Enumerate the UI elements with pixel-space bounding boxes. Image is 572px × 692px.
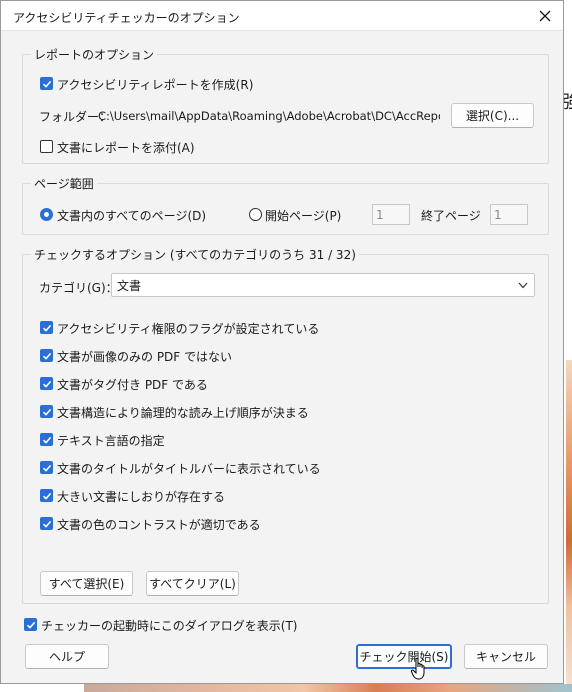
checkmark-icon xyxy=(42,324,51,332)
all-pages-label[interactable]: 文書内のすべてのページ(D) xyxy=(57,207,206,224)
check-item-label[interactable]: 文書の色のコントラストが適切である xyxy=(57,516,261,533)
checkmark-icon xyxy=(26,621,35,629)
checkmark-icon xyxy=(42,408,51,416)
check-item-label[interactable]: 大きい文書にしおりが存在する xyxy=(57,488,225,505)
check-item-label[interactable]: 文書が画像のみの PDF ではない xyxy=(57,348,232,365)
title-bar: アクセシビリティチェッカーのオプション xyxy=(1,1,563,31)
category-select-value: 文書 xyxy=(117,278,142,293)
page-range-group: ページ範囲 文書内のすべてのページ(D) 開始ページ(P) 1 終了ページ 1 xyxy=(22,175,549,235)
folder-path-text: C:\Users\mail\AppData\Roaming\Adobe\Acro… xyxy=(98,109,440,123)
category-label: カテゴリ(G)： xyxy=(39,281,118,295)
checkmark-icon xyxy=(42,352,51,360)
check-item-label[interactable]: 文書構造により論理的な読み上げ順序が決まる xyxy=(57,404,309,421)
browse-folder-button[interactable]: 選択(C)... xyxy=(451,103,534,128)
help-button[interactable]: ヘルプ xyxy=(25,644,109,669)
background-app-artwork-bottom xyxy=(84,684,572,692)
attach-report-checkbox[interactable] xyxy=(40,140,53,153)
check-item-label[interactable]: 文書のタイトルがタイトルバーに表示されている xyxy=(57,460,321,477)
chevron-down-icon xyxy=(518,282,528,289)
check-item-checkbox[interactable] xyxy=(40,461,53,474)
close-icon xyxy=(539,10,551,22)
checkmark-icon xyxy=(42,492,51,500)
checkmark-icon xyxy=(42,520,51,528)
check-item-checkbox[interactable] xyxy=(40,405,53,418)
checkmark-icon xyxy=(42,80,51,88)
attach-report-label[interactable]: 文書にレポートを添付(A) xyxy=(57,139,195,156)
check-item-checkbox[interactable] xyxy=(40,489,53,502)
page-range-legend: ページ範囲 xyxy=(31,175,97,192)
check-item-label[interactable]: アクセシビリティ権限のフラグが設定されている xyxy=(57,320,319,337)
create-report-label[interactable]: アクセシビリティレポートを作成(R) xyxy=(57,76,253,93)
close-button[interactable] xyxy=(533,4,557,28)
select-all-button[interactable]: すべて選択(E) xyxy=(40,571,133,596)
show-on-startup-checkbox[interactable] xyxy=(24,618,37,631)
all-pages-radio[interactable] xyxy=(40,208,53,221)
report-options-group: レポートのオプション アクセシビリティレポートを作成(R) フォルダー： C:\… xyxy=(22,46,549,164)
mouse-pointer-icon xyxy=(410,657,425,680)
report-options-legend: レポートのオプション xyxy=(31,46,158,63)
start-page-field[interactable]: 1 xyxy=(372,204,410,225)
checkmark-icon xyxy=(42,380,51,388)
check-item-checkbox[interactable] xyxy=(40,349,53,362)
start-page-label[interactable]: 開始ページ(P) xyxy=(265,207,341,224)
end-page-label: 終了ページ xyxy=(421,209,481,223)
start-check-button[interactable]: チェック開始(S) xyxy=(356,644,452,669)
show-on-startup-label[interactable]: チェッカーの起動時にこのダイアログを表示(T) xyxy=(41,617,297,634)
start-page-radio[interactable] xyxy=(249,208,262,221)
accessibility-checker-options-dialog: アクセシビリティチェッカーのオプション レポートのオプション アクセシビリティレ… xyxy=(0,0,564,684)
check-item-label[interactable]: 文書がタグ付き PDF である xyxy=(57,376,208,393)
check-options-group: チェックするオプション (すべてのカテゴリのうち 31 / 32) カテゴリ(G… xyxy=(22,246,549,604)
check-options-legend: チェックするオプション (すべてのカテゴリのうち 31 / 32) xyxy=(31,246,359,263)
checkmark-icon xyxy=(42,436,51,444)
check-item-label[interactable]: テキスト言語の指定 xyxy=(57,432,165,449)
check-item-checkbox[interactable] xyxy=(40,433,53,446)
category-select[interactable]: 文書 xyxy=(111,273,535,297)
dialog-title: アクセシビリティチェッカーのオプション xyxy=(13,11,240,25)
background-app-artwork xyxy=(566,360,572,690)
checkmark-icon xyxy=(42,464,51,472)
cancel-button[interactable]: キャンセル xyxy=(464,644,548,669)
end-page-field[interactable]: 1 xyxy=(490,204,528,225)
check-item-checkbox[interactable] xyxy=(40,517,53,530)
check-item-checkbox[interactable] xyxy=(40,321,53,334)
check-item-checkbox[interactable] xyxy=(40,377,53,390)
create-report-checkbox[interactable] xyxy=(40,77,53,90)
clear-all-button[interactable]: すべてクリア(L) xyxy=(146,571,239,596)
